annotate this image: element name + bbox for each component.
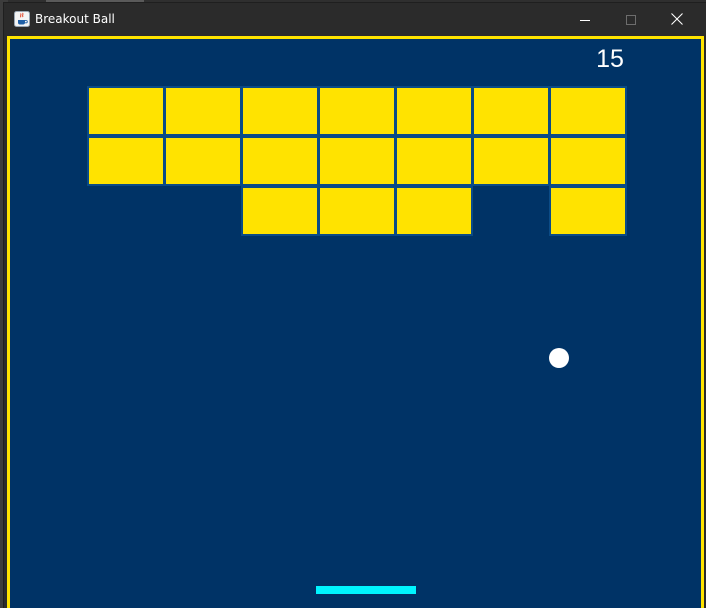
close-icon xyxy=(671,10,683,29)
brick xyxy=(395,136,473,186)
brick xyxy=(241,86,319,136)
minimize-button[interactable] xyxy=(562,3,608,35)
desktop: Breakout Ball 15 xyxy=(0,0,706,608)
window-title: Breakout Ball xyxy=(35,12,115,26)
brick xyxy=(549,86,627,136)
brick xyxy=(318,136,396,186)
minimize-icon xyxy=(580,10,590,29)
brick xyxy=(318,86,396,136)
java-cup-icon xyxy=(14,11,30,27)
brick xyxy=(395,186,473,236)
brick xyxy=(164,86,242,136)
title-bar[interactable]: Breakout Ball xyxy=(4,3,706,35)
game-window: Breakout Ball 15 xyxy=(4,3,706,608)
maximize-button[interactable] xyxy=(608,3,654,35)
brick xyxy=(241,136,319,186)
brick xyxy=(318,186,396,236)
brick xyxy=(549,186,627,236)
close-button[interactable] xyxy=(654,3,700,35)
brick xyxy=(87,136,165,186)
brick xyxy=(472,136,550,186)
ball xyxy=(549,348,569,368)
brick xyxy=(87,86,165,136)
paddle[interactable] xyxy=(316,586,416,594)
brick xyxy=(395,86,473,136)
brick xyxy=(241,186,319,236)
brick xyxy=(472,86,550,136)
brick xyxy=(164,136,242,186)
brick xyxy=(549,136,627,186)
game-canvas[interactable]: 15 xyxy=(7,36,704,608)
score-display: 15 xyxy=(596,45,624,73)
maximize-icon xyxy=(626,10,636,29)
